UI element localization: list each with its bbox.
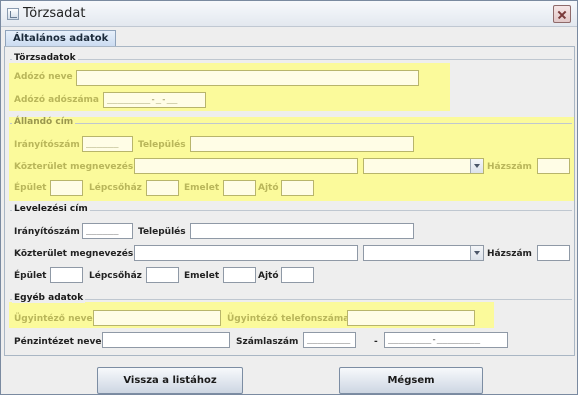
allando-iranyitoszam-label: Irányítószám — [14, 140, 80, 150]
levelezesi-ajto-label: Ajtó — [258, 271, 279, 281]
ugyintezo-tel-label: Ügyintéző telefonszáma — [227, 314, 350, 324]
adoszam-label: Adózó adószáma — [14, 95, 99, 105]
adoszam-field[interactable]: ________-_-__ — [103, 92, 206, 108]
window-icon — [7, 8, 19, 20]
ugyintezo-neve-label: Ügyintéző neve — [14, 314, 93, 324]
group-title-allando-cim: Állandó cím — [12, 117, 76, 127]
penzintezet-field[interactable] — [102, 332, 230, 348]
back-to-list-button[interactable]: Vissza a listához — [97, 367, 243, 394]
allando-telepules-field[interactable] — [190, 136, 414, 152]
levelezesi-iranyitoszam-label: Irányítószám — [14, 227, 80, 237]
allando-ajto-field[interactable] — [281, 180, 314, 196]
levelezesi-iranyitoszam-field[interactable]: ______ — [82, 223, 133, 239]
adozo-neve-label: Adózó neve — [14, 72, 73, 82]
close-icon[interactable] — [553, 5, 571, 23]
allando-telepules-label: Település — [138, 140, 186, 150]
allando-kozterulet-jelleg-select[interactable] — [363, 158, 484, 174]
chevron-down-icon[interactable] — [470, 246, 483, 260]
allando-cim-group: Állandó cím — [10, 117, 572, 127]
cancel-button[interactable]: Mégsem — [339, 367, 483, 394]
szamlaszam-separator: - — [374, 337, 378, 347]
levelezesi-epulet-label: Épület — [14, 271, 47, 281]
allando-epulet-field[interactable] — [50, 180, 83, 196]
title-bar: Törzsadat — [1, 1, 577, 27]
penzintezet-label: Pénzintézet neve — [14, 337, 102, 347]
allando-hazszam-field[interactable] — [537, 158, 570, 174]
levelezesi-emelet-field[interactable] — [223, 267, 256, 283]
levelezesi-kozterulet-jelleg-select[interactable] — [363, 245, 484, 261]
ugyintezo-neve-field[interactable] — [93, 310, 221, 326]
levelezesi-telepules-field[interactable] — [190, 223, 414, 239]
allando-kozterulet-field[interactable] — [134, 158, 358, 174]
tab-altalanos-adatok[interactable]: Általános adatok — [5, 30, 117, 47]
allando-emelet-label: Emelet — [184, 183, 220, 193]
group-title-egyeb-adatok: Egyéb adatok — [12, 293, 86, 303]
adozo-neve-field[interactable] — [76, 70, 419, 86]
allando-hazszam-label: Házszám — [487, 162, 532, 172]
allando-lepcsohaz-field[interactable] — [146, 180, 179, 196]
levelezesi-kozterulet-label: Közterület megnevezés — [14, 249, 134, 259]
tab-panel: Törzsadatok Adózó neve Adózó adószáma __… — [4, 46, 575, 356]
allando-emelet-field[interactable] — [223, 180, 256, 196]
levelezesi-epulet-field[interactable] — [50, 267, 83, 283]
levelezesi-lepcsohaz-label: Lépcsőház — [89, 271, 142, 281]
egyeb-adatok-group: Egyéb adatok — [10, 293, 572, 303]
group-title-levelezesi-cim: Levelezési cím — [12, 204, 90, 214]
window-title: Törzsadat — [23, 6, 86, 21]
allando-ajto-label: Ajtó — [258, 183, 279, 193]
allando-lepcsohaz-label: Lépcsőház — [89, 183, 142, 193]
levelezesi-emelet-label: Emelet — [184, 271, 220, 281]
levelezesi-ajto-field[interactable] — [281, 267, 314, 283]
ugyintezo-tel-field[interactable] — [347, 310, 475, 326]
levelezesi-hazszam-label: Házszám — [487, 249, 532, 259]
dialog-window: Törzsadat Általános adatok Törzsadatok A… — [0, 0, 578, 395]
levelezesi-hazszam-field[interactable] — [537, 245, 570, 261]
allando-iranyitoszam-field[interactable]: ______ — [82, 136, 133, 152]
levelezesi-telepules-label: Település — [138, 227, 186, 237]
levelezesi-lepcsohaz-field[interactable] — [146, 267, 179, 283]
szamlaszam-part1-field[interactable]: ________ — [303, 332, 356, 348]
allando-epulet-label: Épület — [14, 183, 47, 193]
szamlaszam-part2-field[interactable]: ________-________ — [384, 332, 508, 348]
levelezesi-cim-group: Levelezési cím — [10, 204, 572, 214]
torzsadatok-group: Törzsadatok — [10, 53, 572, 63]
chevron-down-icon[interactable] — [470, 159, 483, 173]
group-title-torzsadatok: Törzsadatok — [12, 53, 78, 63]
allando-kozterulet-label: Közterület megnevezés — [14, 162, 134, 172]
levelezesi-kozterulet-field[interactable] — [134, 245, 358, 261]
szamlaszam-label: Számlaszám — [236, 337, 299, 347]
